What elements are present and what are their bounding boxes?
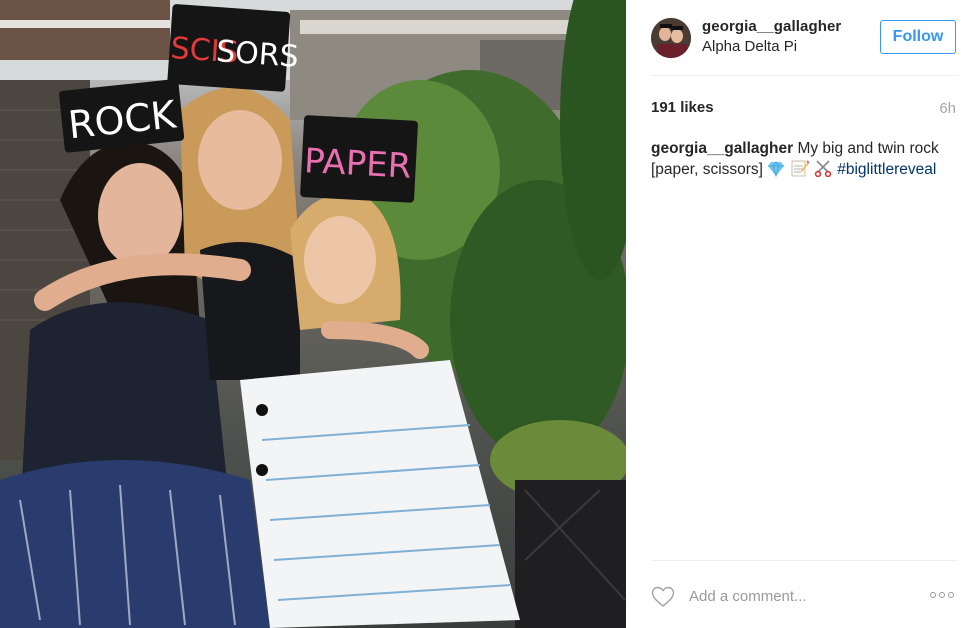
more-dot [939, 592, 945, 598]
likes-row: 191 likes 6h [651, 99, 958, 119]
caption-username[interactable]: georgia__gallagher [651, 140, 793, 157]
comment-input[interactable] [689, 583, 909, 609]
scissors-emoji [814, 159, 832, 183]
gem-emoji [767, 161, 785, 183]
post-location[interactable]: Alpha Delta Pi [702, 38, 797, 55]
post-photo-illustration: ROCK SCIS SORS PAPER [0, 0, 626, 628]
heart-outline-icon[interactable] [651, 585, 675, 609]
avatar-image [651, 18, 691, 58]
more-options-icon[interactable] [930, 589, 956, 601]
post-header: georgia__gallagher Alpha Delta Pi Follow [651, 14, 958, 76]
post-photo[interactable]: ROCK SCIS SORS PAPER [0, 0, 626, 628]
sign-paper-text: PAPER [303, 141, 412, 187]
follow-button[interactable]: Follow [880, 20, 956, 54]
post-sidebar: georgia__gallagher Alpha Delta Pi Follow… [626, 0, 980, 628]
sign-scissors-white-text: SORS [215, 34, 300, 75]
post-timestamp[interactable]: 6h [939, 100, 956, 117]
avatar[interactable] [651, 18, 691, 58]
more-dot [930, 592, 936, 598]
more-dot [948, 592, 954, 598]
memo-emoji [791, 159, 810, 183]
likes-count[interactable]: 191 likes [651, 99, 714, 116]
post-caption: georgia__gallagher My big and twin rock … [651, 139, 961, 183]
post-username[interactable]: georgia__gallagher [702, 18, 841, 35]
caption-hashtag[interactable]: #biglittlereveal [837, 161, 936, 178]
comment-bar [651, 560, 958, 628]
